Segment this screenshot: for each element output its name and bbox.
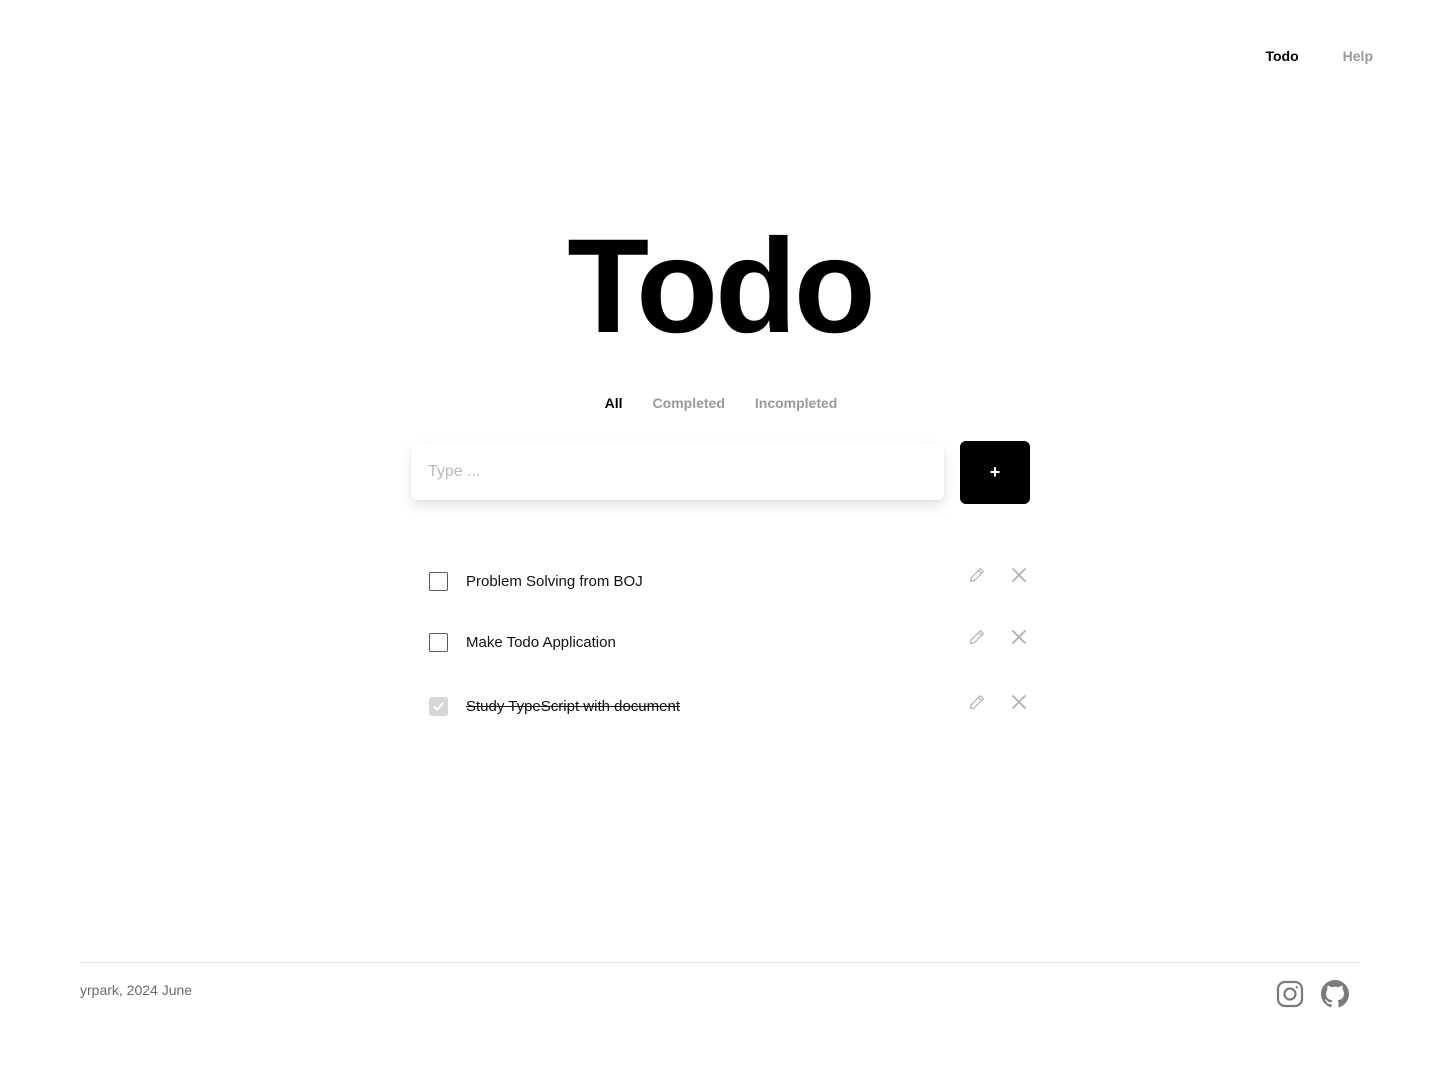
filter-tabs: All Completed Incompleted [0, 395, 1440, 411]
page-title: Todo [567, 212, 875, 361]
todo-actions [967, 692, 1029, 712]
page: Todo Help Todo All Completed Incompleted… [0, 0, 1440, 1086]
todo-item: Study TypeScript with document [429, 694, 1029, 718]
filter-tab-completed[interactable]: Completed [653, 395, 725, 411]
delete-close-icon[interactable] [1009, 565, 1029, 585]
checkmark-icon [433, 701, 444, 711]
filter-tab-incompleted[interactable]: Incompleted [755, 395, 837, 411]
todo-checkbox-checked[interactable] [429, 696, 448, 716]
todo-label: Problem Solving from BOJ [466, 572, 643, 590]
add-todo-button[interactable]: + [960, 441, 1030, 504]
todo-label: Study TypeScript with document [466, 697, 680, 715]
todo-actions [967, 627, 1029, 647]
github-icon[interactable] [1321, 980, 1349, 1008]
todo-item: Make Todo Application [429, 630, 1029, 654]
todo-input[interactable] [411, 444, 944, 500]
footer-divider [80, 962, 1360, 963]
todo-checkbox[interactable] [429, 632, 448, 652]
todo-label: Make Todo Application [466, 633, 616, 651]
todo-checkbox[interactable] [429, 571, 448, 591]
top-nav: Todo Help [1265, 48, 1373, 64]
nav-todo-link[interactable]: Todo [1265, 48, 1298, 64]
filter-tab-all[interactable]: All [605, 395, 623, 411]
footer-social-links [1276, 980, 1349, 1008]
delete-close-icon[interactable] [1009, 692, 1029, 712]
instagram-icon[interactable] [1276, 980, 1304, 1008]
edit-pencil-icon[interactable] [967, 627, 987, 647]
todo-item: Problem Solving from BOJ [429, 568, 1029, 593]
footer-credit: yrpark, 2024 June [80, 982, 193, 998]
edit-pencil-icon[interactable] [967, 565, 987, 585]
todo-actions [967, 565, 1029, 585]
delete-close-icon[interactable] [1009, 627, 1029, 647]
nav-help-link[interactable]: Help [1343, 48, 1373, 64]
edit-pencil-icon[interactable] [967, 692, 987, 712]
